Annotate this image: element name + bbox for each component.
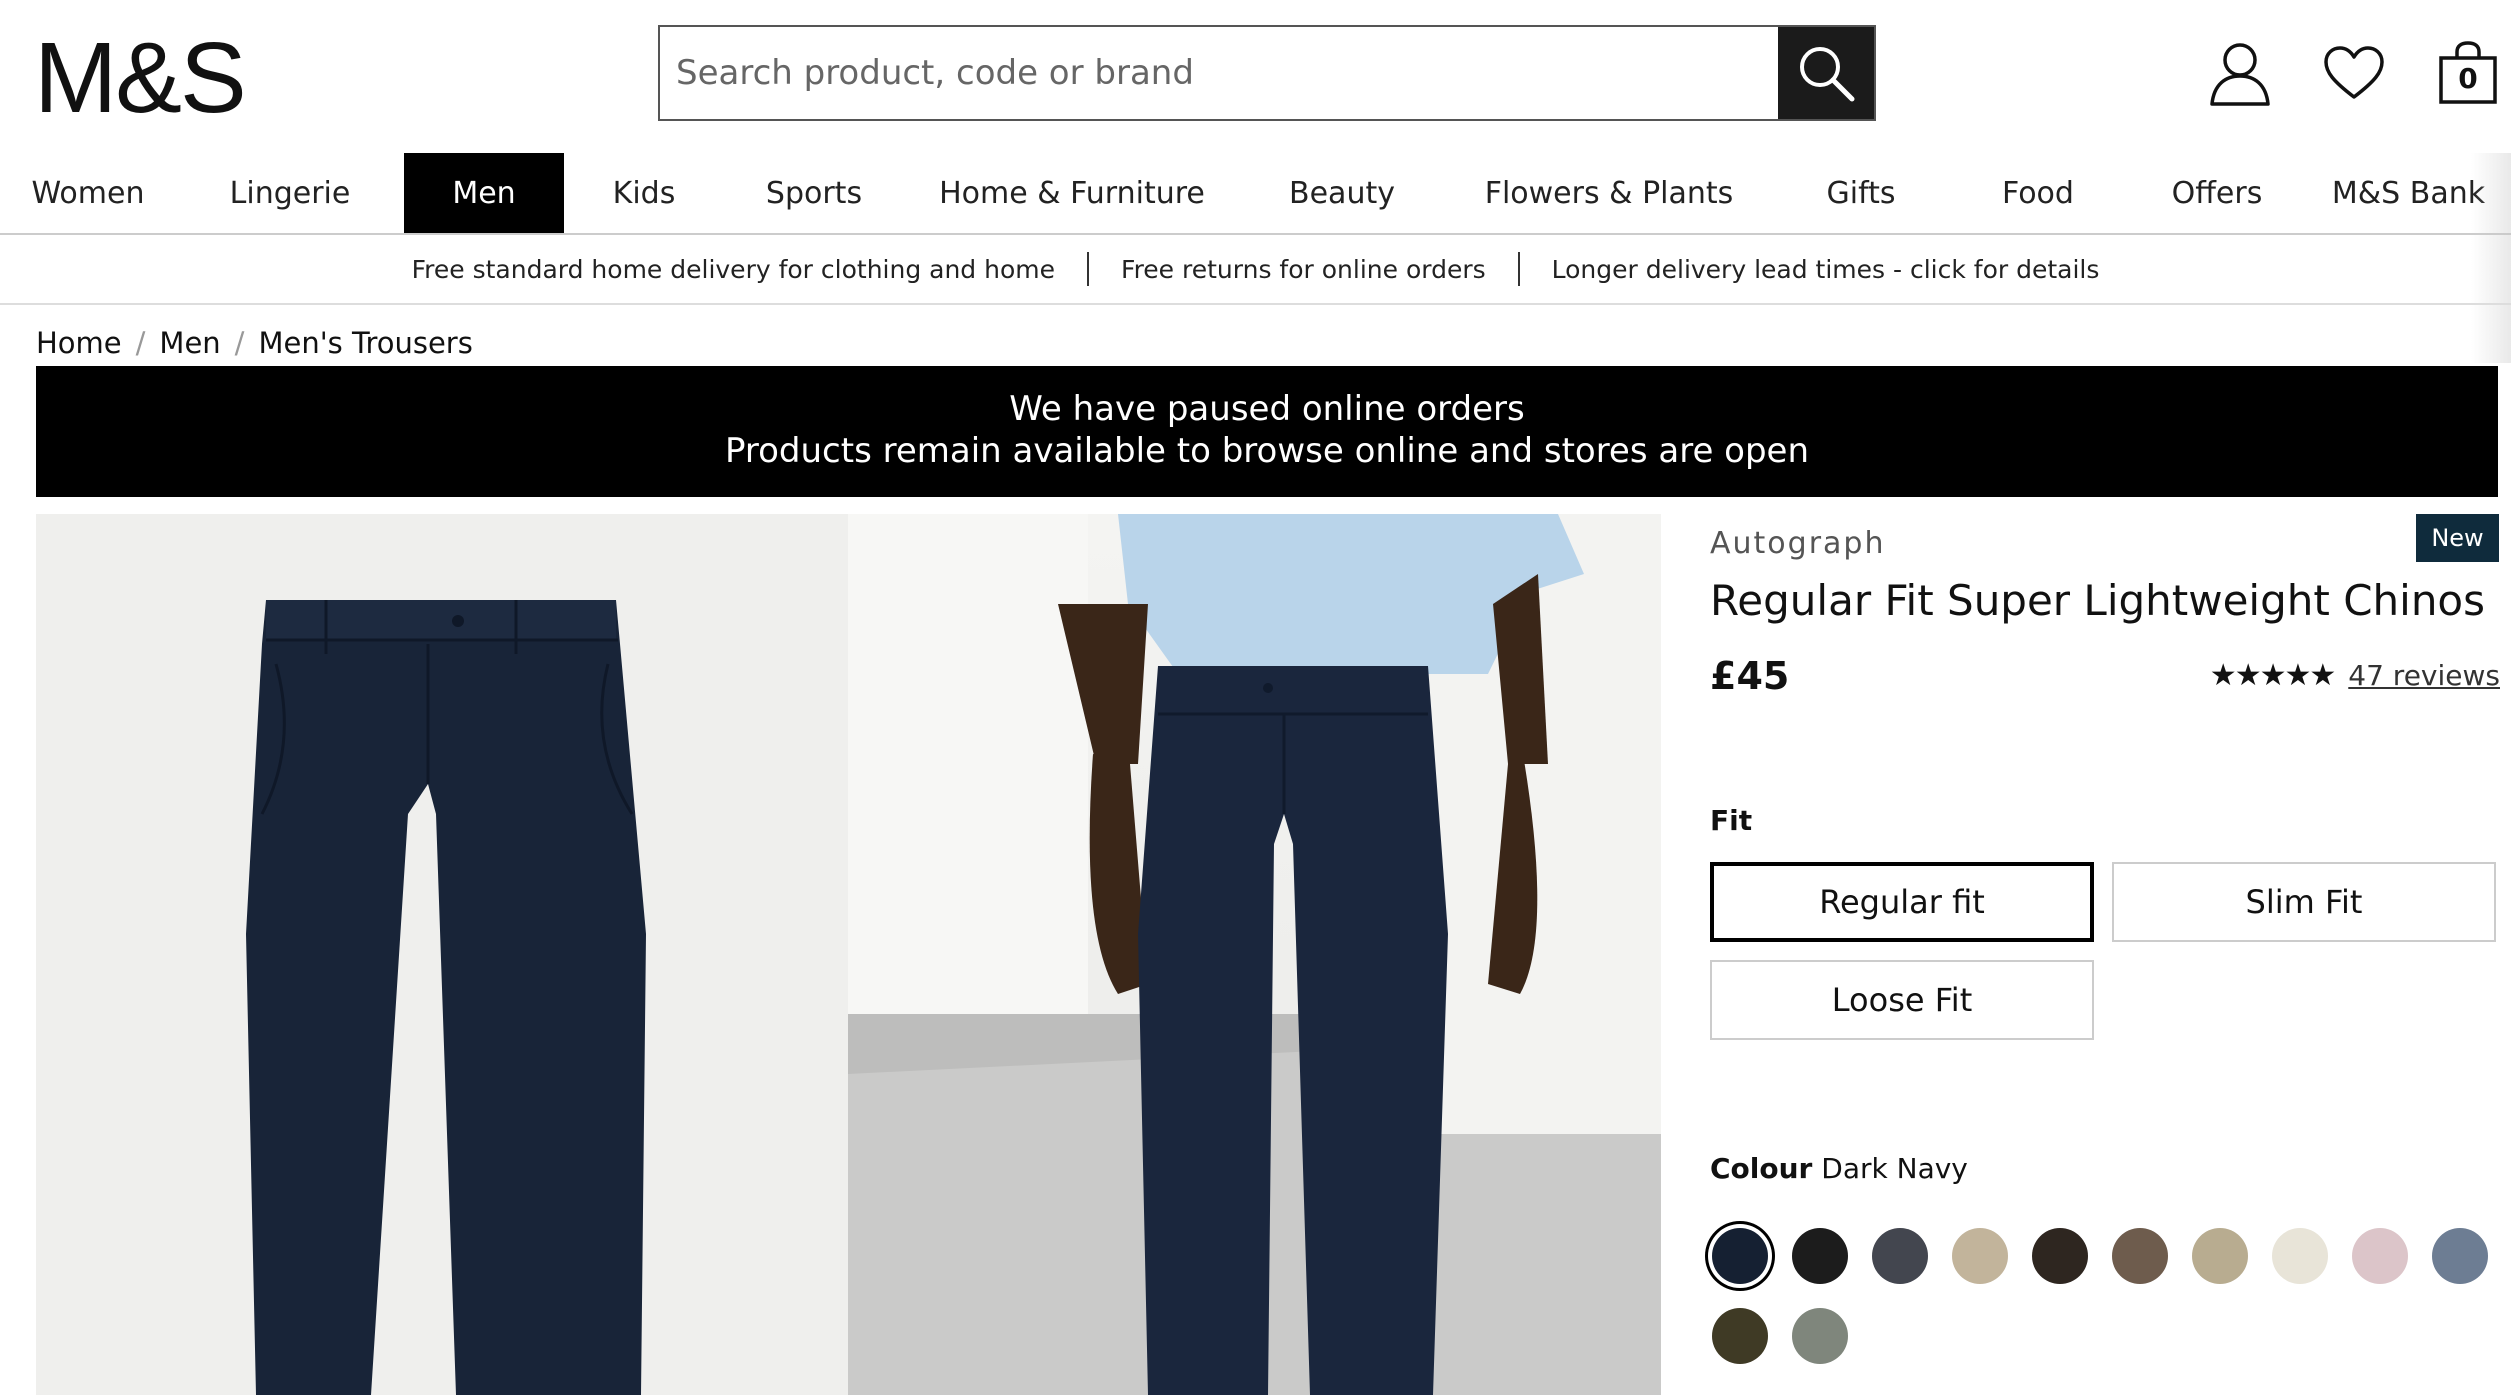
wishlist-button[interactable]: [2322, 38, 2386, 108]
fit-option-slim[interactable]: Slim Fit: [2112, 862, 2496, 942]
breadcrumb-mens-trousers[interactable]: Men's Trousers: [258, 326, 472, 360]
header-actions: 0: [2208, 38, 2500, 108]
colour-swatch[interactable]: [2432, 1228, 2488, 1284]
nav-item-home-furniture[interactable]: Home & Furniture: [904, 153, 1240, 233]
reviews-link[interactable]: 47 reviews: [2348, 659, 2500, 692]
colour-swatch[interactable]: [2272, 1228, 2328, 1284]
lead-time-message[interactable]: Longer delivery lead times - click for d…: [1552, 255, 2100, 284]
colour-swatch[interactable]: [1872, 1228, 1928, 1284]
colour-swatch[interactable]: [1792, 1308, 1848, 1364]
search-icon: [1800, 47, 1855, 102]
colour-label-title: Colour: [1710, 1152, 1813, 1185]
breadcrumb-separator: /: [234, 326, 245, 360]
banner-line-2: Products remain available to browse onli…: [724, 431, 1810, 471]
breadcrumb-separator: /: [135, 326, 146, 360]
breadcrumb-men[interactable]: Men: [159, 326, 220, 360]
colour-swatch[interactable]: [1952, 1228, 2008, 1284]
fit-option-loose[interactable]: Loose Fit: [1710, 960, 2094, 1040]
breadcrumb: Home / Men / Men's Trousers: [36, 326, 473, 360]
orders-paused-banner: We have paused online orders Products re…: [36, 366, 2498, 497]
product-price: £45: [1710, 654, 1790, 698]
product-image-model[interactable]: [848, 514, 1661, 1395]
selected-colour-name: Dark Navy: [1821, 1152, 1968, 1185]
product-rating: ★★★★★ 47 reviews: [2210, 658, 2500, 693]
banner-line-1: We have paused online orders: [1009, 389, 1525, 429]
nav-item-offers[interactable]: Offers: [2128, 153, 2306, 233]
rating-stars-icon[interactable]: ★★★★★: [2210, 658, 2336, 693]
divider: [1087, 252, 1090, 286]
nav-item-kids[interactable]: Kids: [564, 153, 724, 233]
product-title: Regular Fit Super Lightweight Chinos: [1710, 576, 2486, 625]
nav-item-women[interactable]: Women: [0, 153, 176, 233]
colour-swatch[interactable]: [2032, 1228, 2088, 1284]
nav-item-beauty[interactable]: Beauty: [1240, 153, 1444, 233]
user-icon: [2210, 43, 2270, 106]
colour-label: Colour Dark Navy: [1710, 1152, 1968, 1185]
colour-swatch[interactable]: [1712, 1308, 1768, 1364]
nav-item-sports[interactable]: Sports: [724, 153, 904, 233]
bag-button[interactable]: 0: [2436, 38, 2500, 108]
fit-label: Fit: [1710, 804, 1753, 837]
nav-item-food[interactable]: Food: [1948, 153, 2128, 233]
delivery-message[interactable]: Free standard home delivery for clothing…: [412, 255, 1055, 284]
delivery-bar: Free standard home delivery for clothing…: [0, 235, 2511, 305]
colour-swatch[interactable]: [1712, 1228, 1768, 1284]
brand-logo[interactable]: M&S: [34, 28, 247, 128]
nav-item-lingerie[interactable]: Lingerie: [176, 153, 404, 233]
returns-message[interactable]: Free returns for online orders: [1121, 255, 1486, 284]
product-image-flat[interactable]: [36, 514, 848, 1395]
search-bar: [658, 25, 1876, 121]
nav-item-flowers-plants[interactable]: Flowers & Plants: [1444, 153, 1774, 233]
nav-item-men[interactable]: Men: [404, 153, 564, 233]
colour-swatch[interactable]: [2192, 1228, 2248, 1284]
breadcrumb-home[interactable]: Home: [36, 326, 122, 360]
divider: [1517, 252, 1520, 286]
search-button[interactable]: [1778, 27, 1874, 119]
model-wearing-chinos-image: [848, 514, 1661, 1395]
fit-option-regular[interactable]: Regular fit: [1710, 862, 2094, 942]
colour-swatch[interactable]: [2112, 1228, 2168, 1284]
colour-swatch[interactable]: [1792, 1228, 1848, 1284]
account-button[interactable]: [2208, 38, 2272, 108]
new-badge: New: [2416, 514, 2499, 562]
heart-icon: [2324, 46, 2384, 99]
product-brand[interactable]: Autograph: [1710, 526, 1885, 561]
colour-swatch[interactable]: [2352, 1228, 2408, 1284]
main-nav: Women Lingerie Men Kids Sports Home & Fu…: [0, 153, 2511, 235]
search-input[interactable]: [660, 27, 1778, 119]
nav-item-gifts[interactable]: Gifts: [1774, 153, 1948, 233]
bag-count: 0: [2458, 62, 2478, 95]
chinos-flatlay-image: [246, 600, 646, 1395]
